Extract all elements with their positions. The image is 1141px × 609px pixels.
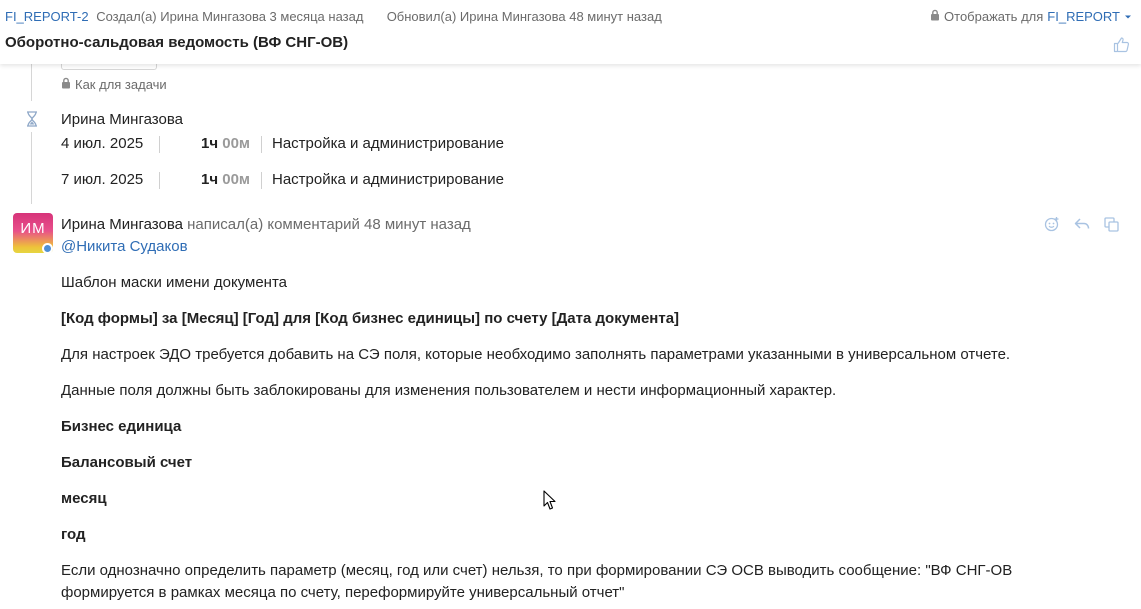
divider [159,136,160,153]
access-restriction: Как для задачи [61,77,167,92]
worklog-activity: Настройка и администрирование [272,171,504,188]
divider [261,136,262,153]
issue-header: FI_REPORT-2 Создал(а) Ирина Мингазова 3 … [0,0,1141,64]
issue-meta: FI_REPORT-2 Создал(а) Ирина Мингазова 3 … [5,9,662,24]
comment-paragraph: Для настроек ЭДО требуется добавить на С… [61,346,1011,363]
comment-action: написал(а) комментарий [187,216,360,233]
lock-icon [930,9,940,24]
mouse-cursor-icon [543,490,557,516]
chevron-down-icon[interactable] [1124,9,1132,24]
comment-header: Ирина Мингазова написал(а) комментарий 4… [61,216,471,233]
comment-paragraph: месяц [61,490,107,507]
comment-paragraph: Бизнес единица [61,418,182,435]
thumbs-up-icon[interactable] [1113,36,1130,58]
lock-icon [61,77,71,92]
comment-time[interactable]: 48 минут назад [364,216,471,233]
user-mention-link[interactable]: @Никита Судаков [61,238,188,255]
updated-info: Обновил(а) Ирина Мингазова 48 минут наза… [386,9,662,24]
comment-paragraph: Балансовый счет [61,454,193,471]
reaction-icon[interactable] [1044,216,1060,232]
issue-key-link[interactable]: FI_REPORT-2 [5,9,89,24]
hourglass-icon [25,111,39,132]
worklog-duration: 1ч 00м [201,135,251,152]
worklog-duration: 1ч 00м [201,171,251,188]
copy-icon[interactable] [1104,216,1119,232]
worklog-date: 7 июл. 2025 [61,171,144,188]
worklog-date: 4 июл. 2025 [61,135,144,152]
visibility-label: Отображать для [944,9,1044,24]
created-info: Создал(а) Ирина Мингазова 3 месяца назад [96,9,364,24]
comment-paragraph: год [61,526,86,543]
divider [261,172,262,189]
divider [159,172,160,189]
reply-icon[interactable] [1074,217,1090,231]
visibility-value[interactable]: FI_REPORT [1047,9,1120,24]
avatar-status-badge [42,243,53,254]
worklog-activity: Настройка и администрирование [272,135,504,152]
timeline-line [31,64,32,101]
comment-actions [1044,216,1119,232]
comment-paragraph: Шаблон маски имени документа [61,274,287,291]
timeline-line [31,132,32,204]
visibility-selector[interactable]: Отображать для FI_REPORT [930,9,1132,24]
access-label: Как для задачи [75,77,167,92]
comment-author[interactable]: Ирина Мингазова [61,216,183,233]
worklog-author[interactable]: Ирина Мингазова [61,111,183,128]
comment-paragraph: Если однозначно определить параметр (мес… [61,562,1013,601]
comment-paragraph: [Код формы] за [Месяц] [Год] для [Код би… [61,310,680,327]
comment-paragraph: Данные поля должны быть заблокированы дл… [61,382,837,399]
page-title: Оборотно-сальдовая ведомость (ВФ СНГ-ОВ) [5,34,349,51]
